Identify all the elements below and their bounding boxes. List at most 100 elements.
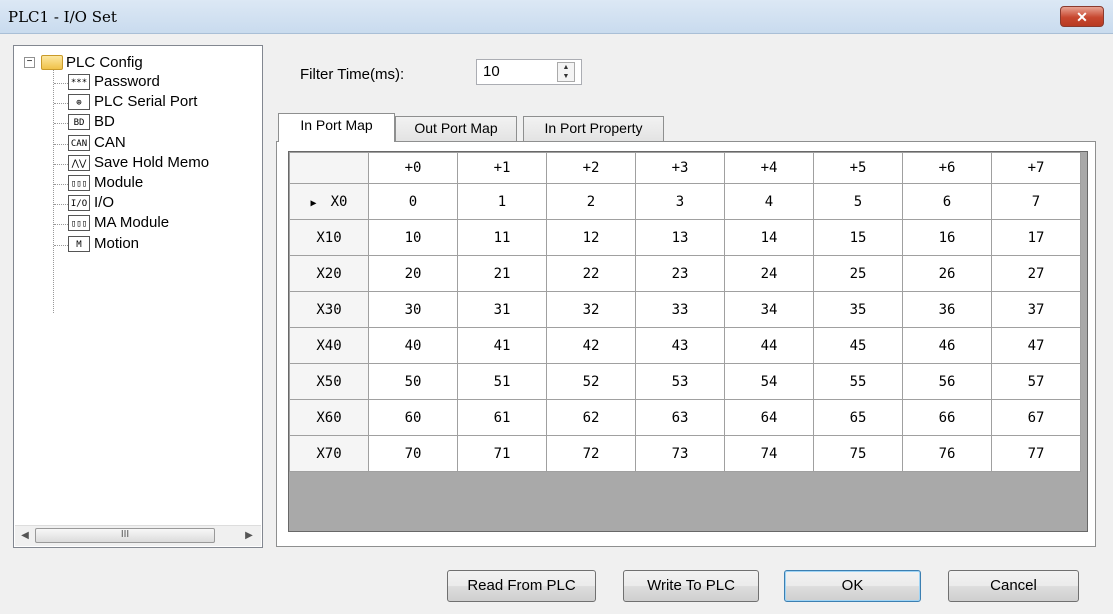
grid-cell[interactable]: 20 [368, 255, 458, 292]
scroll-right-icon[interactable]: ▶ [241, 528, 257, 544]
grid-cell[interactable]: 56 [902, 363, 992, 400]
grid-cell[interactable]: 77 [991, 435, 1081, 472]
grid-cell[interactable]: 44 [724, 327, 814, 364]
grid-cell[interactable]: 5 [813, 183, 903, 220]
grid-cell[interactable]: 21 [457, 255, 547, 292]
grid-cell[interactable]: 63 [635, 399, 725, 436]
row-header[interactable]: X30 [289, 291, 369, 328]
grid-cell[interactable]: 0 [368, 183, 458, 220]
column-header[interactable]: +4 [724, 152, 814, 184]
grid-cell[interactable]: 22 [546, 255, 636, 292]
grid-cell[interactable]: 65 [813, 399, 903, 436]
filter-time-spinner[interactable]: ▲ ▼ [557, 62, 575, 82]
cancel-button[interactable]: Cancel [948, 570, 1079, 602]
horizontal-scrollbar[interactable]: ◀ III ▶ [15, 525, 261, 546]
grid-cell[interactable]: 76 [902, 435, 992, 472]
grid-cell[interactable]: 47 [991, 327, 1081, 364]
column-header[interactable]: +6 [902, 152, 992, 184]
grid-cell[interactable]: 51 [457, 363, 547, 400]
row-header[interactable]: X20 [289, 255, 369, 292]
grid-cell[interactable]: 24 [724, 255, 814, 292]
grid-cell[interactable]: 12 [546, 219, 636, 256]
grid-cell[interactable]: 3 [635, 183, 725, 220]
grid-cell[interactable]: 4 [724, 183, 814, 220]
column-header[interactable]: +7 [991, 152, 1081, 184]
grid-cell[interactable]: 62 [546, 399, 636, 436]
row-header[interactable]: ▶ X0 [289, 183, 369, 220]
grid-cell[interactable]: 25 [813, 255, 903, 292]
tree-item-label: MA Module [94, 214, 170, 232]
grid-cell[interactable]: 11 [457, 219, 547, 256]
grid-cell[interactable]: 67 [991, 399, 1081, 436]
grid-cell[interactable]: 41 [457, 327, 547, 364]
port-map-grid[interactable]: +0 +1 +2 +3 +4 +5 +6 +7 ▶ X0 0 1 2 3 4 5 6 7 X10 10 11 12 13 1… [288, 151, 1088, 532]
column-header[interactable]: +2 [546, 152, 636, 184]
grid-cell[interactable]: 34 [724, 291, 814, 328]
grid-cell[interactable]: 16 [902, 219, 992, 256]
spin-down-icon[interactable]: ▼ [558, 72, 574, 81]
column-header[interactable]: +3 [635, 152, 725, 184]
grid-cell[interactable]: 66 [902, 399, 992, 436]
grid-cell[interactable]: 53 [635, 363, 725, 400]
grid-cell[interactable]: 42 [546, 327, 636, 364]
grid-cell[interactable]: 71 [457, 435, 547, 472]
grid-cell[interactable]: 37 [991, 291, 1081, 328]
scroll-thumb[interactable]: III [35, 528, 215, 543]
close-button[interactable]: ✕ [1060, 6, 1104, 27]
grid-cell[interactable]: 26 [902, 255, 992, 292]
grid-cell[interactable]: 31 [457, 291, 547, 328]
grid-cell[interactable]: 2 [546, 183, 636, 220]
grid-cell[interactable]: 6 [902, 183, 992, 220]
row-header-label: X10 [316, 229, 342, 246]
grid-cell[interactable]: 30 [368, 291, 458, 328]
grid-cell[interactable]: 43 [635, 327, 725, 364]
ok-button[interactable]: OK [784, 570, 921, 602]
grid-cell[interactable]: 75 [813, 435, 903, 472]
grid-cell[interactable]: 60 [368, 399, 458, 436]
grid-cell[interactable]: 55 [813, 363, 903, 400]
grid-cell[interactable]: 13 [635, 219, 725, 256]
grid-cell[interactable]: 23 [635, 255, 725, 292]
column-header[interactable]: +0 [368, 152, 458, 184]
row-header[interactable]: X10 [289, 219, 369, 256]
grid-cell[interactable]: 27 [991, 255, 1081, 292]
grid-cell[interactable]: 57 [991, 363, 1081, 400]
spin-up-icon[interactable]: ▲ [558, 63, 574, 72]
column-header[interactable]: +1 [457, 152, 547, 184]
tab-in-port-property[interactable]: In Port Property [523, 116, 664, 141]
grid-cell[interactable]: 1 [457, 183, 547, 220]
column-header[interactable]: +5 [813, 152, 903, 184]
scroll-left-icon[interactable]: ◀ [17, 528, 33, 544]
grid-cell[interactable]: 17 [991, 219, 1081, 256]
grid-cell[interactable]: 74 [724, 435, 814, 472]
tab-in-port-map[interactable]: In Port Map [278, 113, 395, 142]
collapse-toggle[interactable]: − [24, 57, 35, 68]
grid-cell[interactable]: 46 [902, 327, 992, 364]
grid-cell[interactable]: 70 [368, 435, 458, 472]
grid-cell[interactable]: 72 [546, 435, 636, 472]
row-header[interactable]: X70 [289, 435, 369, 472]
grid-cell[interactable]: 64 [724, 399, 814, 436]
grid-cell[interactable]: 45 [813, 327, 903, 364]
grid-cell[interactable]: 50 [368, 363, 458, 400]
grid-cell[interactable]: 40 [368, 327, 458, 364]
grid-cell[interactable]: 35 [813, 291, 903, 328]
grid-cell[interactable]: 36 [902, 291, 992, 328]
grid-cell[interactable]: 33 [635, 291, 725, 328]
grid-cell[interactable]: 14 [724, 219, 814, 256]
grid-cell[interactable]: 15 [813, 219, 903, 256]
tab-out-port-map[interactable]: Out Port Map [395, 116, 517, 141]
write-to-plc-button[interactable]: Write To PLC [623, 570, 759, 602]
grid-cell[interactable]: 32 [546, 291, 636, 328]
grid-cell[interactable]: 54 [724, 363, 814, 400]
row-header[interactable]: X50 [289, 363, 369, 400]
filter-time-field[interactable]: 10 ▲ ▼ [476, 59, 582, 85]
grid-cell[interactable]: 7 [991, 183, 1081, 220]
row-header[interactable]: X40 [289, 327, 369, 364]
grid-cell[interactable]: 52 [546, 363, 636, 400]
grid-cell[interactable]: 73 [635, 435, 725, 472]
grid-cell[interactable]: 10 [368, 219, 458, 256]
read-from-plc-button[interactable]: Read From PLC [447, 570, 596, 602]
grid-cell[interactable]: 61 [457, 399, 547, 436]
row-header[interactable]: X60 [289, 399, 369, 436]
